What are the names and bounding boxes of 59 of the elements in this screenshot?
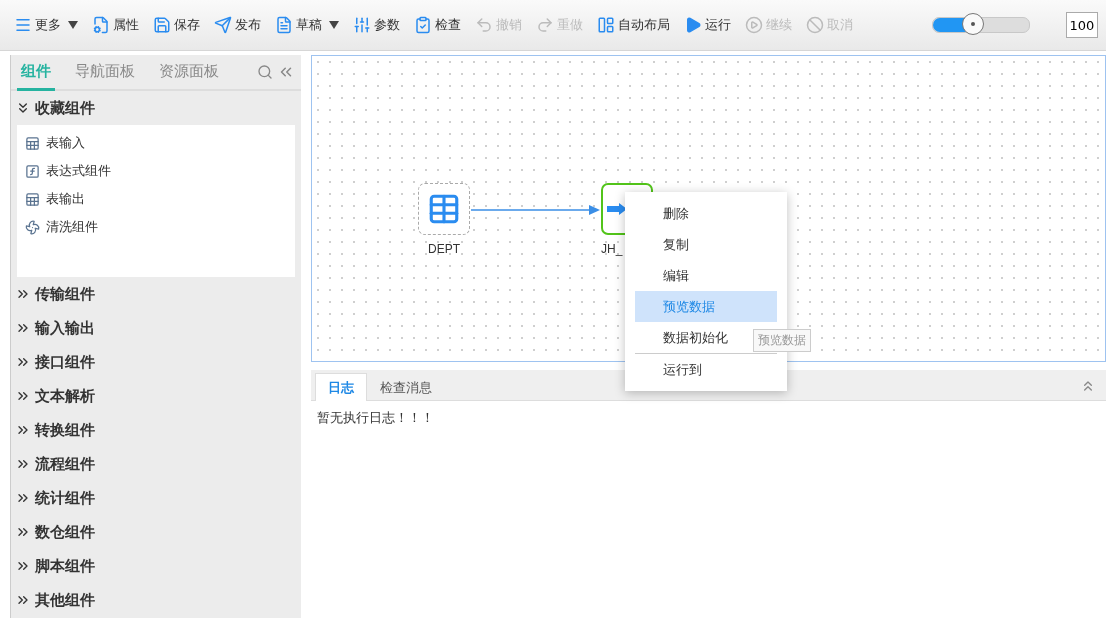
paper-plane-icon — [214, 16, 232, 34]
menu-item[interactable]: 编辑 — [635, 260, 777, 291]
caret-icon — [68, 21, 78, 29]
sheet-icon — [25, 191, 40, 207]
document-icon — [275, 16, 293, 34]
component-item[interactable]: 表输入 — [17, 129, 295, 157]
undo-icon — [475, 16, 493, 34]
node-label: JH_ — [601, 242, 623, 256]
section-header[interactable]: 脚本组件 — [11, 549, 301, 583]
table-icon — [427, 192, 461, 226]
function-icon — [25, 163, 40, 179]
menu-item[interactable]: 运行到 — [635, 353, 777, 385]
toolbar-button[interactable]: 自动布局 — [597, 14, 670, 36]
toolbar-button[interactable]: 发布 — [214, 14, 261, 36]
section-header[interactable]: 统计组件 — [11, 481, 301, 515]
zoom-input[interactable]: 100 — [1066, 12, 1098, 38]
node-label: DEPT — [428, 242, 460, 256]
section-header[interactable]: 传输组件 — [11, 277, 301, 311]
sliders-icon — [353, 16, 371, 34]
panel-tab[interactable]: 日志 — [315, 373, 367, 401]
section-header[interactable]: 输入输出 — [11, 311, 301, 345]
section-header[interactable]: 数仓组件 — [11, 515, 301, 549]
play-icon — [684, 16, 702, 34]
layout-icon — [597, 16, 615, 34]
slider-handle[interactable] — [962, 13, 985, 35]
redo-icon — [536, 16, 554, 34]
toolbar-button[interactable]: 草稿 — [275, 14, 339, 36]
panel-tab[interactable]: 检查消息 — [367, 373, 445, 401]
menu-icon — [14, 16, 32, 34]
toolbar-button[interactable]: 检查 — [414, 14, 461, 36]
section-header[interactable]: 其他组件 — [11, 583, 301, 617]
log-message: 暂无执行日志！！！ — [316, 409, 435, 427]
ban-icon — [806, 16, 824, 34]
arrow-icon — [607, 203, 627, 215]
toolbar-button[interactable]: 保存 — [153, 14, 200, 36]
flow-node[interactable] — [418, 183, 470, 235]
toolbar-button[interactable]: 属性 — [92, 14, 139, 36]
section-header[interactable]: 收藏组件 — [11, 91, 301, 125]
fan-icon — [25, 219, 40, 235]
section-header[interactable]: 文本解析 — [11, 379, 301, 413]
toolbar-button[interactable]: 参数 — [353, 14, 400, 36]
toolbar-button[interactable]: 更多 — [14, 14, 78, 36]
menu-item[interactable]: 复制 — [635, 229, 777, 260]
clipboard-icon — [414, 16, 432, 34]
component-item[interactable]: 表达式组件 — [17, 157, 295, 185]
menu-item[interactable]: 删除 — [635, 198, 777, 229]
section-header[interactable]: 流程组件 — [11, 447, 301, 481]
sheet-icon — [25, 135, 40, 151]
section-header[interactable]: 转换组件 — [11, 413, 301, 447]
component-item[interactable]: 表输出 — [17, 185, 295, 213]
play-circle-icon — [745, 16, 763, 34]
toolbar-button[interactable]: 运行 — [684, 14, 731, 36]
caret-icon — [329, 21, 339, 29]
document-gear-icon — [92, 16, 110, 34]
section-header[interactable]: 接口组件 — [11, 345, 301, 379]
save-icon — [153, 16, 171, 34]
component-item[interactable]: 清洗组件 — [17, 213, 295, 241]
search-icon[interactable] — [257, 64, 273, 80]
tooltip: 预览数据 — [753, 329, 811, 352]
